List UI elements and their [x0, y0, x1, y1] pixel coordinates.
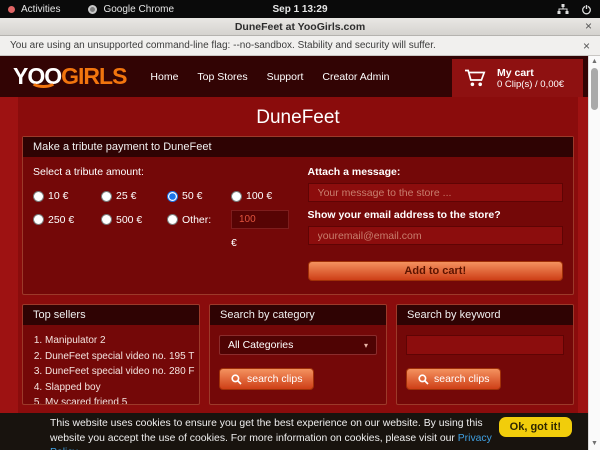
amount-label: Other: [182, 214, 211, 226]
tribute-panel-header: Make a tribute payment to DuneFeet [23, 137, 573, 157]
amount-label: 250 € [48, 214, 74, 226]
my-cart-widget[interactable]: My cart 0 Clip(s) / 0,00€ [452, 59, 583, 97]
chrome-infobar: You are using an unsupported command-lin… [0, 36, 600, 56]
amount-label: 50 € [182, 190, 202, 202]
category-select[interactable]: All Categories ▾ [219, 335, 377, 355]
search-category-header: Search by category [210, 305, 386, 325]
add-to-cart-button[interactable]: Add to cart! [308, 261, 563, 281]
search-clips-label: search clips [247, 373, 302, 385]
chrome-app-icon [88, 5, 97, 14]
seller-item[interactable]: My scared friend 5 [45, 395, 199, 405]
email-input[interactable] [308, 226, 563, 245]
infobar-message: You are using an unsupported command-lin… [10, 40, 436, 51]
seller-item[interactable]: DuneFeet special video no. 195 T [45, 349, 199, 365]
search-keyword-header: Search by keyword [397, 305, 573, 325]
search-clips-label: search clips [434, 373, 489, 385]
main-nav: Home Top Stores Support Creator Admin [150, 71, 389, 83]
message-input[interactable] [308, 183, 563, 202]
currency-symbol: € [231, 237, 294, 249]
activities-button[interactable]: Activities [21, 4, 60, 15]
email-label: Show your email address to the store? [308, 209, 563, 221]
amount-radio-500[interactable] [101, 214, 112, 225]
keyword-input[interactable] [406, 335, 564, 355]
scroll-down-icon[interactable]: ▼ [589, 439, 600, 449]
top-sellers-panel: Top sellers Manipulator 2 DuneFeet speci… [22, 304, 200, 405]
amount-option-100[interactable]: 100 € [231, 190, 294, 202]
seller-item[interactable]: Slapped boy [45, 380, 199, 396]
cart-summary: 0 Clip(s) / 0,00€ [497, 79, 564, 90]
browser-scrollbar[interactable]: ▲ ▼ [588, 56, 600, 450]
scrollbar-thumb[interactable] [591, 68, 598, 110]
scroll-up-icon[interactable]: ▲ [589, 57, 600, 67]
amount-label: 25 € [116, 190, 136, 202]
amount-radio-50[interactable] [167, 191, 178, 202]
amount-radio-10[interactable] [33, 191, 44, 202]
cookie-text: This website uses cookies to ensure you … [50, 418, 483, 444]
amount-option-25[interactable]: 25 € [101, 190, 167, 202]
search-icon [418, 374, 429, 385]
chevron-down-icon: ▾ [364, 341, 368, 350]
amount-radio-100[interactable] [231, 191, 242, 202]
main-container: DuneFeet Make a tribute payment to DuneF… [18, 97, 578, 450]
top-sellers-header: Top sellers [23, 305, 199, 325]
window-title: DuneFeet at YooGirls.com [235, 21, 365, 33]
network-icon[interactable] [557, 4, 569, 15]
search-clips-keyword-button[interactable]: search clips [406, 368, 501, 390]
amount-option-other[interactable]: Other: [167, 214, 231, 226]
site-logo[interactable]: YOOGIRLS [13, 65, 126, 88]
search-clips-category-button[interactable]: search clips [219, 368, 314, 390]
seller-item[interactable]: Manipulator 2 [45, 333, 199, 349]
amount-label: 500 € [116, 214, 142, 226]
system-bar: Activities Google Chrome Sep 1 13:29 [0, 0, 600, 18]
amount-radio-250[interactable] [33, 214, 44, 225]
tribute-amount-options: 10 € 25 € 50 € 100 € [33, 190, 294, 249]
cart-icon [464, 68, 488, 88]
logo-text-secondary: GIRLS [61, 63, 126, 89]
amount-option-250[interactable]: 250 € [33, 214, 101, 226]
message-label: Attach a message: [308, 166, 563, 178]
amount-option-50[interactable]: 50 € [167, 190, 231, 202]
nav-item-support[interactable]: Support [267, 71, 304, 83]
cart-title: My cart [497, 67, 564, 79]
page-title: DuneFeet [22, 107, 574, 129]
tribute-amount-label: Select a tribute amount: [33, 166, 294, 178]
amount-radio-25[interactable] [101, 191, 112, 202]
tribute-panel: Make a tribute payment to DuneFeet Selec… [22, 136, 574, 295]
cookie-banner: This website uses cookies to ensure you … [0, 413, 588, 450]
amount-option-500[interactable]: 500 € [101, 214, 167, 226]
window-title-bar: DuneFeet at YooGirls.com × [0, 18, 600, 36]
infobar-close-icon[interactable]: × [583, 39, 590, 53]
web-page: YOOGIRLS Home Top Stores Support Creator… [0, 56, 588, 450]
logo-smile-icon [30, 74, 57, 88]
amount-label: 100 € [246, 190, 272, 202]
amount-label: 10 € [48, 190, 68, 202]
nav-item-top-stores[interactable]: Top Stores [197, 71, 247, 83]
search-icon [231, 374, 242, 385]
cookie-accept-button[interactable]: Ok, got it! [499, 417, 572, 437]
search-category-panel: Search by category All Categories ▾ sear… [209, 304, 387, 405]
amount-option-10[interactable]: 10 € [33, 190, 101, 202]
seller-item[interactable]: DuneFeet special video no. 280 F [45, 364, 199, 380]
app-indicator[interactable]: Google Chrome [103, 4, 174, 15]
top-sellers-list: Manipulator 2 DuneFeet special video no.… [45, 333, 199, 405]
recording-indicator-icon [8, 6, 15, 13]
other-amount-input[interactable] [231, 210, 289, 229]
power-icon[interactable] [581, 4, 592, 15]
amount-radio-other[interactable] [167, 214, 178, 225]
nav-item-home[interactable]: Home [150, 71, 178, 83]
site-header: YOOGIRLS Home Top Stores Support Creator… [0, 56, 588, 97]
search-keyword-panel: Search by keyword search clips [396, 304, 574, 405]
window-close-icon[interactable]: × [585, 19, 592, 33]
nav-item-creator-admin[interactable]: Creator Admin [322, 71, 389, 83]
category-selected-value: All Categories [228, 339, 293, 351]
